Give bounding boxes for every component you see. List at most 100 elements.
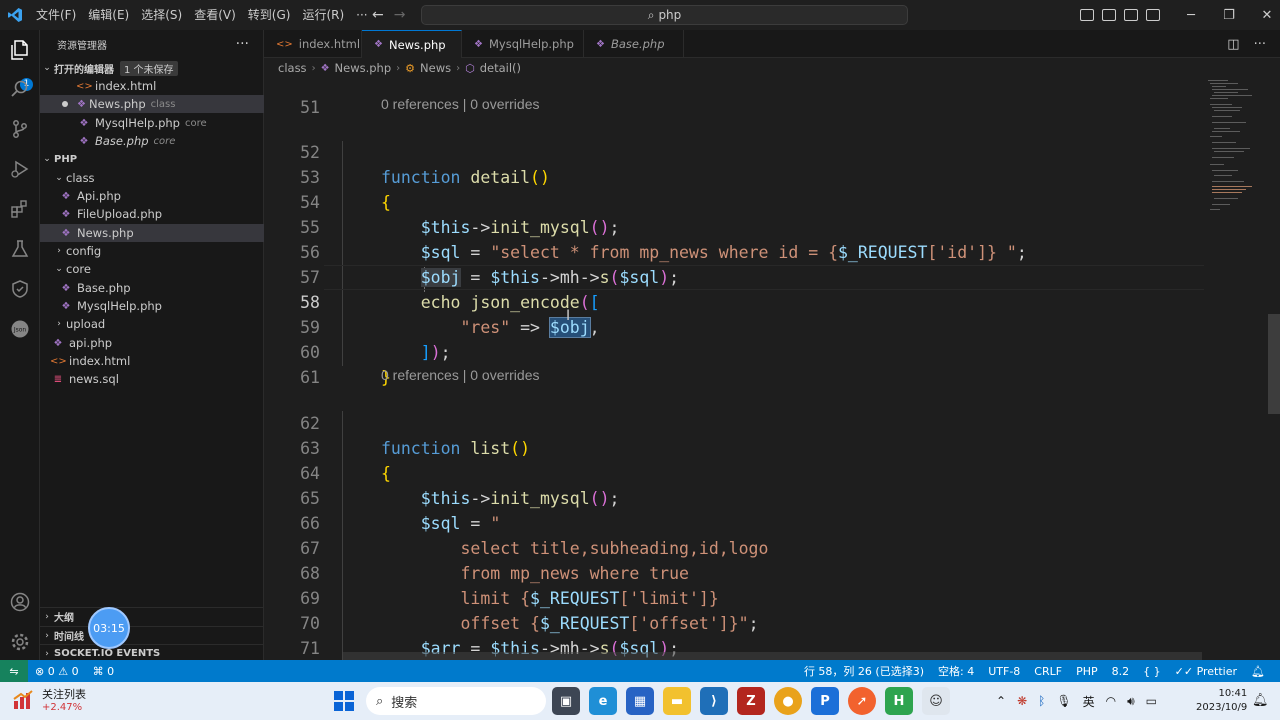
remote-indicator-icon[interactable]: ⇋ <box>0 660 28 682</box>
cursor-position[interactable]: 行 58，列 26 (已选择3) <box>797 663 931 679</box>
battery-icon[interactable]: ▭ <box>1146 694 1157 708</box>
php-version[interactable]: 8.2 <box>1105 665 1137 678</box>
more-actions-icon[interactable]: ··· <box>236 36 249 52</box>
tree-file[interactable]: ❖ Api.php <box>40 187 264 205</box>
prettier-status[interactable]: ✓✓ Prettier <box>1168 665 1244 678</box>
run-debug-icon[interactable] <box>8 157 32 181</box>
encoding[interactable]: UTF-8 <box>981 665 1027 678</box>
tab-index-html[interactable]: <> index.html <box>264 30 362 58</box>
tab-mysqlhelp-php[interactable]: ❖ MysqlHelp.php <box>462 30 584 58</box>
json-icon[interactable]: Json <box>8 317 32 341</box>
testing-icon[interactable] <box>8 237 32 261</box>
ports-indicator[interactable]: ⌘ 0 <box>86 665 122 678</box>
folder-header[interactable]: ⌄ PHP <box>40 150 264 168</box>
chrome-icon[interactable]: ● <box>774 687 802 715</box>
microsoft-store-icon[interactable]: ▦ <box>626 687 654 715</box>
extensions-icon[interactable] <box>8 197 32 221</box>
cat-app-icon[interactable]: ☺ <box>922 687 950 715</box>
notification-icon[interactable]: 🔔︎ <box>1252 693 1269 708</box>
settings-gear-icon[interactable] <box>8 630 32 654</box>
taskbar-search[interactable]: ⌕ 搜索 <box>366 687 546 715</box>
file-explorer-icon[interactable]: ▬ <box>663 687 691 715</box>
menu-edit[interactable]: 编辑(E) <box>82 0 135 30</box>
tree-file[interactable]: ❖ MysqlHelp.php <box>40 297 264 315</box>
tree-file[interactable]: ❖ Base.php <box>40 279 264 297</box>
problems-indicator[interactable]: ⊗ 0 ⚠ 0 <box>28 665 86 678</box>
windows-start-icon[interactable] <box>334 691 354 711</box>
source-control-icon[interactable] <box>8 117 32 141</box>
open-editor-item[interactable]: ❖ Base.php core <box>40 132 264 150</box>
tree-folder[interactable]: › config <box>40 242 264 260</box>
horizontal-scrollbar[interactable] <box>342 652 1202 660</box>
menu-run[interactable]: 运行(R) <box>296 0 350 30</box>
codelens[interactable]: 0 references | 0 overrides <box>381 363 540 388</box>
menu-go[interactable]: 转到(G) <box>242 0 297 30</box>
bluetooth-icon[interactable]: ᛒ <box>1038 694 1045 708</box>
command-center-search[interactable]: ⌕ php <box>421 5 908 25</box>
tree-file[interactable]: ≣ news.sql <box>40 370 264 388</box>
codelens[interactable]: 0 references | 0 overrides <box>381 92 540 117</box>
minimize-icon[interactable]: ─ <box>1172 8 1210 23</box>
menu-selection[interactable]: 选择(S) <box>135 0 188 30</box>
forward-arrow-icon[interactable]: → <box>394 7 406 23</box>
breadcrumb-file[interactable]: News.php <box>335 61 392 75</box>
customize-layout-icon[interactable] <box>1146 9 1160 21</box>
wifi-icon[interactable]: ◠ <box>1106 694 1116 708</box>
code-editor[interactable]: 51 0 references | 0 overrides 52 functio… <box>264 78 1204 660</box>
postman-icon[interactable]: ➚ <box>848 687 876 715</box>
restore-icon[interactable]: ❐ <box>1210 8 1248 23</box>
tree-file[interactable]: ❖ News.php <box>40 224 264 242</box>
end-of-line[interactable]: CRLF <box>1027 665 1069 678</box>
menu-file[interactable]: 文件(F) <box>30 0 82 30</box>
language-mode[interactable]: PHP <box>1069 665 1105 678</box>
menu-more[interactable]: ··· <box>350 0 373 30</box>
breadcrumb-method[interactable]: detail() <box>480 61 521 75</box>
tab-base-php[interactable]: ❖ Base.php <box>584 30 684 58</box>
chevron-up-icon[interactable]: ⌃ <box>996 694 1006 708</box>
open-editor-item[interactable]: <> index.html <box>40 77 264 95</box>
toggle-sidebar-icon[interactable] <box>1080 9 1094 21</box>
explorer-icon[interactable] <box>8 38 32 62</box>
tree-folder[interactable]: ⌄ core <box>40 260 264 278</box>
stock-widget[interactable]: 关注列表 +2.47% <box>12 686 86 713</box>
tree-file[interactable]: <> index.html <box>40 352 264 370</box>
split-editor-icon[interactable]: ◫ <box>1227 37 1239 52</box>
more-actions-icon[interactable]: ··· <box>1254 37 1266 52</box>
remote-explorer-icon[interactable] <box>8 277 32 301</box>
open-editor-item[interactable]: ❖ News.php class <box>40 95 264 113</box>
open-editors-header[interactable]: ⌄ 打开的编辑器 1 个未保存 <box>40 59 264 77</box>
volume-icon[interactable]: 🔊︎ <box>1127 694 1135 709</box>
back-arrow-icon[interactable]: ← <box>372 7 384 23</box>
task-view-icon[interactable]: ▣ <box>552 687 580 715</box>
app-tray-icon[interactable]: ❋ <box>1017 694 1027 708</box>
search-icon[interactable] <box>8 77 32 101</box>
toggle-panel-icon[interactable] <box>1102 9 1116 21</box>
vertical-scrollbar[interactable] <box>1268 314 1280 414</box>
filezilla-icon[interactable]: Z <box>737 687 765 715</box>
outline-section[interactable]: › 大纲 <box>40 607 264 625</box>
tree-folder[interactable]: › upload <box>40 315 264 333</box>
tree-file[interactable]: ❖ api.php <box>40 334 264 352</box>
timeline-section[interactable]: › 时间线 <box>40 626 264 644</box>
brackets-icon[interactable]: { } <box>1136 665 1168 678</box>
vscode-taskbar-icon[interactable]: ⟩ <box>700 687 728 715</box>
recording-timer-badge[interactable]: 03:15 <box>88 607 130 649</box>
p-app-icon[interactable]: P <box>811 687 839 715</box>
clock[interactable]: 10:41 2023/10/9 <box>1196 687 1247 715</box>
tree-file[interactable]: ❖ FileUpload.php <box>40 205 264 223</box>
toggle-secondary-sidebar-icon[interactable] <box>1124 9 1138 21</box>
menu-view[interactable]: 查看(V) <box>188 0 242 30</box>
open-editor-item[interactable]: ❖ MysqlHelp.php core <box>40 114 264 132</box>
breadcrumb-folder[interactable]: class <box>278 61 307 75</box>
close-icon[interactable]: ✕ <box>1248 8 1280 23</box>
indentation[interactable]: 空格: 4 <box>931 663 981 679</box>
microphone-icon[interactable]: 🎙︎ <box>1056 694 1071 708</box>
edge-browser-icon[interactable]: e <box>589 687 617 715</box>
input-method-label[interactable]: 英 <box>1083 693 1095 710</box>
notifications-bell-icon[interactable]: 🔔︎ <box>1244 665 1272 678</box>
tree-folder[interactable]: ⌄ class <box>40 169 264 187</box>
tab-news-php[interactable]: ❖ News.php <box>362 30 462 58</box>
account-icon[interactable] <box>8 590 32 614</box>
hbuilder-icon[interactable]: H <box>885 687 913 715</box>
breadcrumb-class[interactable]: News <box>420 61 451 75</box>
